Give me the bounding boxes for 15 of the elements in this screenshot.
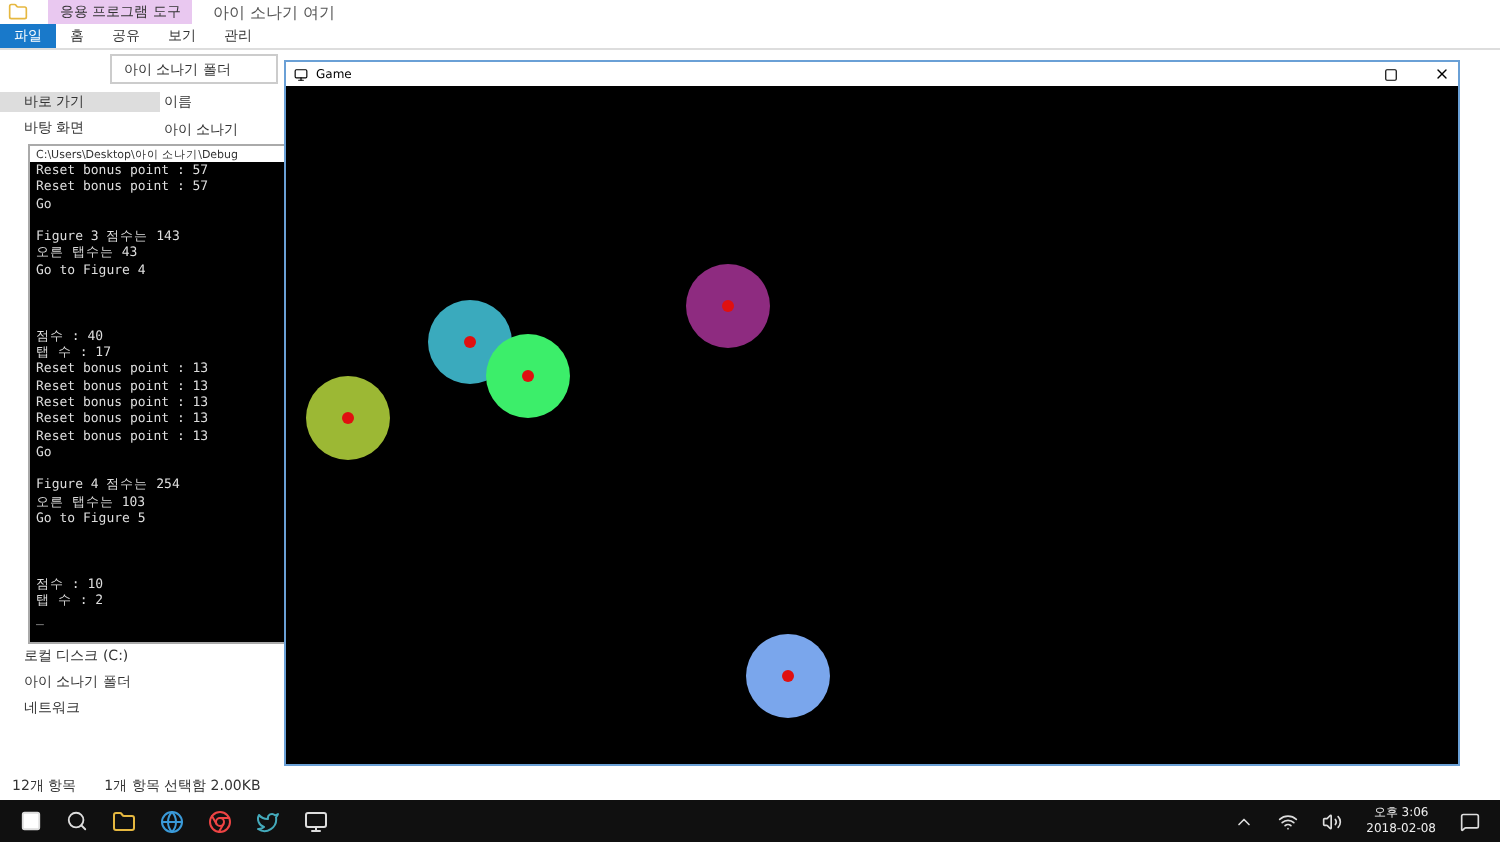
folder-icon[interactable] [112,809,136,833]
monitor-icon[interactable] [304,809,328,833]
wifi-icon[interactable] [1278,811,1299,831]
bird-icon[interactable] [256,809,280,833]
globe-icon[interactable] [160,809,184,833]
app-icon [294,67,308,81]
browser-icon[interactable] [208,809,232,833]
search-icon[interactable] [66,810,88,832]
window-title: 아이 소나기 여기 [212,1,336,23]
start-icon[interactable] [20,810,42,832]
notification-icon[interactable] [1460,811,1480,831]
maximize-icon[interactable] [1384,67,1398,81]
close-icon[interactable] [1434,66,1450,82]
folder-icon [8,2,28,22]
speaker-icon[interactable] [1322,811,1343,831]
